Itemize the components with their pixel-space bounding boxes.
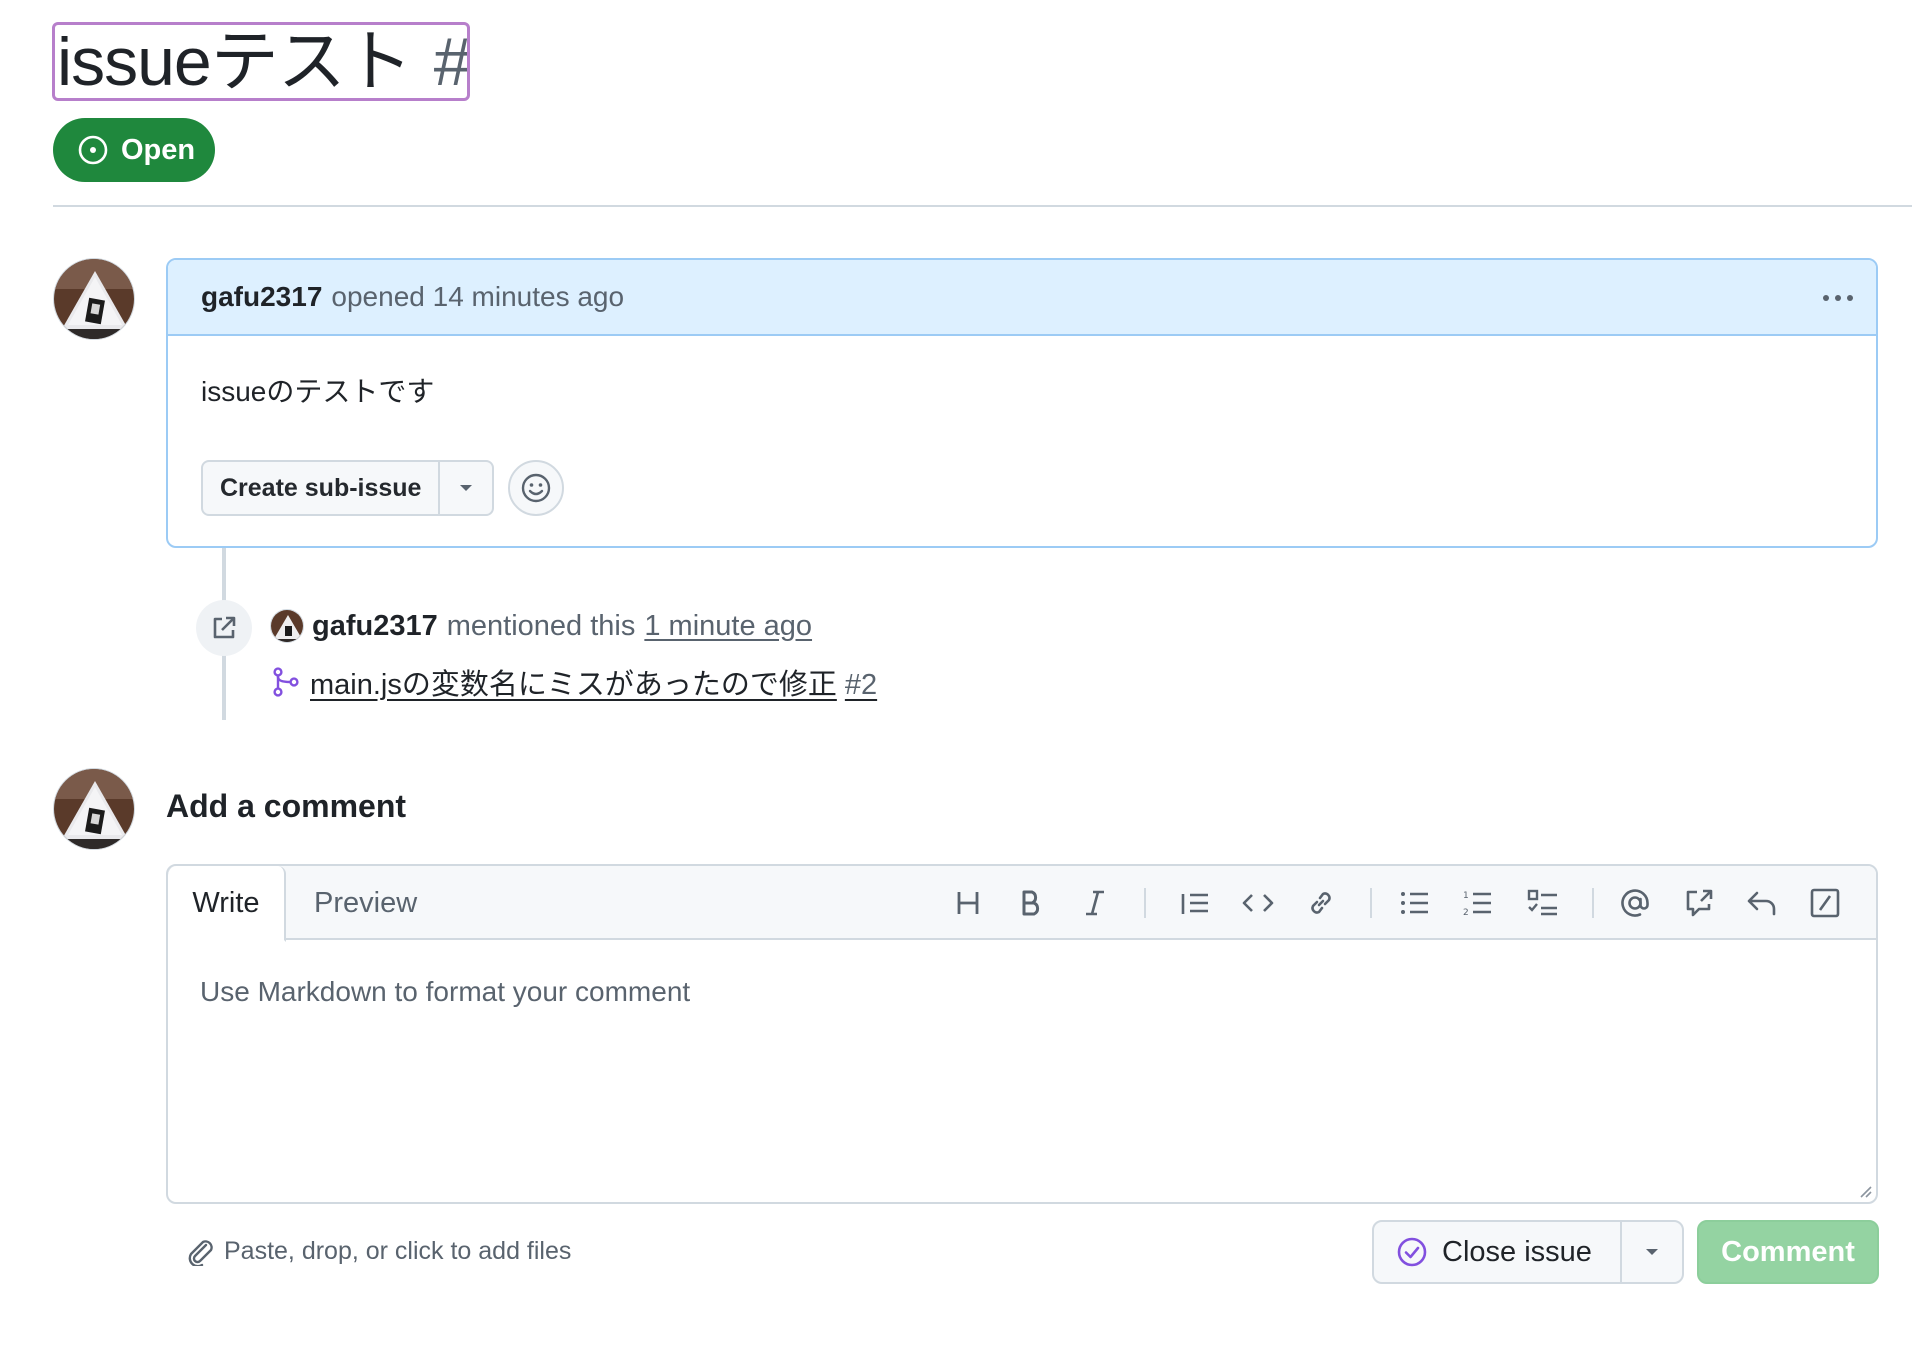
issue-closed-icon [1396, 1236, 1428, 1268]
editor-toolbar: Write Preview 12 [168, 866, 1876, 942]
close-issue-split-button: Close issue [1372, 1220, 1684, 1284]
cross-reference-icon[interactable] [1678, 882, 1720, 924]
bold-icon[interactable] [1010, 882, 1052, 924]
comment-actions: Create sub-issue [201, 460, 565, 516]
create-sub-issue-button[interactable]: Create sub-issue [203, 462, 441, 514]
pull-request-number: #2 [844, 669, 878, 701]
issue-state-badge: Open [53, 118, 215, 182]
attach-files-label: Paste, drop, or click to add files [224, 1236, 572, 1265]
toolbar-divider [1370, 888, 1372, 918]
cross-reference-icon [196, 600, 252, 656]
quote-icon[interactable] [1174, 882, 1216, 924]
resize-handle-icon[interactable] [1858, 1184, 1872, 1198]
pull-request-title: main.jsの変数名にミスがあったので修正 [310, 669, 837, 701]
avatar[interactable] [53, 768, 135, 850]
comment-submit-button[interactable]: Comment [1697, 1220, 1879, 1284]
issue-opened-icon [77, 134, 109, 166]
comment-author-link[interactable]: gafu2317 [201, 281, 322, 313]
task-list-icon[interactable] [1522, 882, 1564, 924]
kebab-horizontal-icon[interactable] [1818, 282, 1858, 314]
svg-text:2: 2 [1463, 908, 1469, 917]
issue-state-label: Open [121, 133, 196, 166]
avatar[interactable] [270, 609, 304, 643]
mention-icon[interactable] [1614, 882, 1656, 924]
issue-title-field[interactable]: issueテスト #1 [52, 22, 470, 101]
add-reaction-button[interactable] [508, 460, 565, 516]
toolbar-divider [1144, 888, 1146, 918]
timeline-timestamp-link[interactable]: 1 minute ago [644, 610, 812, 643]
comment-timestamp[interactable]: opened 14 minutes ago [331, 281, 624, 313]
comment-textarea[interactable]: Use Markdown to format your comment [168, 940, 1876, 1044]
paperclip-icon [186, 1236, 214, 1266]
timeline-author-link[interactable]: gafu2317 [312, 610, 438, 643]
code-icon[interactable] [1237, 882, 1279, 924]
attach-files-area[interactable]: Paste, drop, or click to add files [186, 1236, 571, 1266]
smiley-icon [520, 472, 552, 504]
create-sub-issue-split-button: Create sub-issue [201, 460, 495, 516]
comment-editor: Write Preview 12 Use Markdown to format … [166, 864, 1878, 1204]
heading-icon[interactable] [947, 882, 989, 924]
issue-title: issueテスト [57, 23, 413, 100]
comment-body: issueのテストです [201, 376, 435, 407]
italic-icon[interactable] [1074, 882, 1116, 924]
tab-preview[interactable]: Preview [314, 866, 417, 940]
ordered-list-icon[interactable]: 12 [1457, 882, 1499, 924]
git-pull-request-icon [272, 667, 300, 697]
close-issue-button[interactable]: Close issue [1374, 1222, 1622, 1282]
timeline-event: gafu2317 mentioned this 1 minute ago [270, 606, 812, 646]
toolbar-divider [1592, 888, 1594, 918]
comment-header: gafu2317 opened 14 minutes ago [168, 260, 1876, 336]
comment-placeholder: Use Markdown to format your comment [200, 976, 691, 1007]
link-icon[interactable] [1300, 882, 1342, 924]
svg-text:1: 1 [1463, 891, 1469, 901]
saved-reply-icon[interactable] [1741, 882, 1783, 924]
close-issue-label: Close issue [1442, 1235, 1592, 1268]
tab-write[interactable]: Write [168, 866, 286, 942]
header-divider [53, 205, 1912, 207]
slash-command-icon[interactable] [1804, 882, 1846, 924]
referenced-pull-request: main.jsの変数名にミスがあったので修正 #2 [272, 662, 877, 702]
triangle-down-icon[interactable] [1622, 1222, 1682, 1282]
pull-request-link[interactable]: main.jsの変数名にミスがあったので修正 #2 [310, 661, 877, 703]
issue-number: #1 [433, 23, 470, 100]
unordered-list-icon[interactable] [1394, 882, 1436, 924]
triangle-down-icon[interactable] [440, 462, 492, 514]
add-comment-heading: Add a comment [166, 788, 407, 824]
avatar[interactable] [53, 258, 135, 340]
timeline-action: mentioned this [446, 609, 636, 642]
issue-comment: gafu2317 opened 14 minutes ago issueのテスト… [166, 258, 1878, 548]
